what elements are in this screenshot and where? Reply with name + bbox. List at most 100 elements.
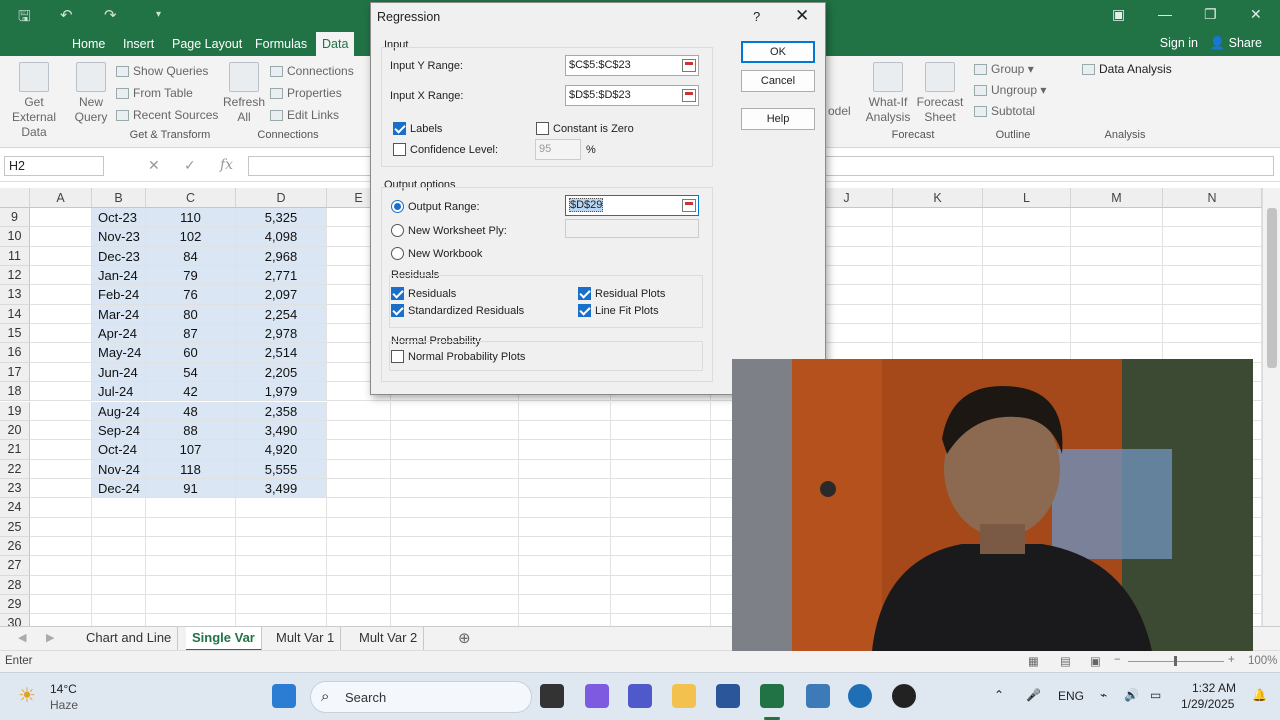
grid-cell[interactable] xyxy=(391,420,519,441)
input-y-range-field[interactable]: $C$5:$C$23 xyxy=(565,55,699,76)
grid-cell[interactable] xyxy=(30,517,92,537)
line-fit-plots-checkbox[interactable] xyxy=(578,304,591,317)
grid-cell[interactable]: 42 xyxy=(146,382,236,402)
new-worksheet-radio[interactable] xyxy=(391,224,404,237)
grid-cell[interactable]: Nov-24 xyxy=(92,459,146,479)
excel-icon[interactable] xyxy=(760,684,784,708)
grid-cell[interactable] xyxy=(611,536,711,557)
grid-cell[interactable]: Sep-24 xyxy=(92,420,146,441)
sheet-tab-single-var[interactable]: Single Var xyxy=(186,627,262,651)
zoom-in-icon[interactable]: + xyxy=(1228,654,1235,666)
zoom-out-icon[interactable]: − xyxy=(1114,654,1121,666)
grid-cell[interactable] xyxy=(519,556,611,576)
col-header-b[interactable]: B xyxy=(92,188,146,208)
grid-cell[interactable]: 5,555 xyxy=(236,459,327,479)
grid-cell[interactable] xyxy=(30,478,92,499)
grid-cell[interactable] xyxy=(236,498,327,518)
output-range-field[interactable]: $D$29 xyxy=(565,195,699,216)
grid-cell[interactable] xyxy=(146,575,236,595)
output-range-radio[interactable] xyxy=(391,200,404,213)
grid-cell[interactable]: 48 xyxy=(146,401,236,421)
prev-sheet-icon[interactable]: ◀ xyxy=(18,631,26,644)
row-header[interactable]: 22 xyxy=(0,459,30,479)
grid-cell[interactable]: May-24 xyxy=(92,343,146,363)
control-panel-icon[interactable] xyxy=(848,684,872,708)
grid-cell[interactable] xyxy=(1163,266,1262,286)
new-query-button[interactable]: New Query xyxy=(70,62,112,125)
constant-zero-checkbox[interactable] xyxy=(536,122,549,135)
grid-cell[interactable] xyxy=(1163,208,1262,228)
page-break-view-icon[interactable]: ▣ xyxy=(1090,654,1101,668)
page-layout-view-icon[interactable]: ▤ xyxy=(1060,654,1071,668)
ungroup-button[interactable]: Ungroup ▾ xyxy=(974,83,1046,97)
grid-cell[interactable] xyxy=(146,614,236,626)
grid-cell[interactable] xyxy=(236,575,327,595)
grid-cell[interactable]: Jun-24 xyxy=(92,362,146,383)
col-header-a[interactable]: A xyxy=(30,188,92,208)
grid-cell[interactable] xyxy=(519,478,611,499)
grid-cell[interactable] xyxy=(327,420,391,441)
row-header[interactable]: 29 xyxy=(0,595,30,615)
grid-cell[interactable] xyxy=(391,401,519,421)
grid-cell[interactable]: Oct-23 xyxy=(92,208,146,228)
grid-cell[interactable] xyxy=(611,614,711,626)
grid-cell[interactable] xyxy=(30,556,92,576)
col-header-l[interactable]: L xyxy=(983,188,1071,208)
grid-cell[interactable] xyxy=(30,343,92,363)
volume-icon[interactable]: 🔊 xyxy=(1124,688,1139,702)
grid-cell[interactable] xyxy=(327,536,391,557)
file-explorer-icon[interactable] xyxy=(672,684,696,708)
group-button[interactable]: Group ▾ xyxy=(974,62,1034,76)
grid-cell[interactable] xyxy=(611,420,711,441)
obs-icon[interactable] xyxy=(892,684,916,708)
grid-cell[interactable] xyxy=(519,517,611,537)
grid-cell[interactable]: 118 xyxy=(146,459,236,479)
grid-cell[interactable] xyxy=(30,401,92,421)
grid-cell[interactable]: 79 xyxy=(146,266,236,286)
grid-cell[interactable] xyxy=(519,401,611,421)
grid-cell[interactable] xyxy=(519,614,611,626)
grid-cell[interactable] xyxy=(391,517,519,537)
add-sheet-icon[interactable]: ⊕ xyxy=(458,629,471,647)
grid-cell[interactable] xyxy=(327,556,391,576)
grid-cell[interactable] xyxy=(893,266,983,286)
row-header[interactable]: 26 xyxy=(0,536,30,557)
grid-cell[interactable] xyxy=(146,536,236,557)
grid-cell[interactable] xyxy=(92,536,146,557)
grid-cell[interactable]: 1,979 xyxy=(236,382,327,402)
grid-cell[interactable] xyxy=(611,440,711,460)
row-header[interactable]: 28 xyxy=(0,575,30,595)
edit-links-button[interactable]: Edit Links xyxy=(270,108,339,122)
customize-qat-icon[interactable]: ▾ xyxy=(156,9,161,20)
refresh-all-button[interactable]: Refresh All xyxy=(222,62,266,125)
grid-cell[interactable] xyxy=(92,595,146,615)
grid-cell[interactable] xyxy=(30,285,92,305)
grid-cell[interactable] xyxy=(146,556,236,576)
col-header-k[interactable]: K xyxy=(893,188,983,208)
grid-cell[interactable] xyxy=(327,575,391,595)
restore-icon[interactable]: ❐ xyxy=(1204,6,1217,23)
grid-cell[interactable] xyxy=(611,401,711,421)
grid-cell[interactable]: Dec-23 xyxy=(92,246,146,267)
weather-icon[interactable]: ☀ xyxy=(18,683,36,708)
normal-view-icon[interactable]: ▦ xyxy=(1028,654,1039,668)
grid-cell[interactable] xyxy=(893,227,983,247)
grid-cell[interactable] xyxy=(519,440,611,460)
zoom-slider-thumb[interactable] xyxy=(1174,656,1177,666)
grid-cell[interactable]: 107 xyxy=(146,440,236,460)
grid-cell[interactable]: 87 xyxy=(146,324,236,344)
scroll-thumb[interactable] xyxy=(1267,208,1277,368)
grid-cell[interactable] xyxy=(30,420,92,441)
tab-insert[interactable]: Insert xyxy=(119,32,158,56)
grid-cell[interactable] xyxy=(391,595,519,615)
grid-cell[interactable]: 5,325 xyxy=(236,208,327,228)
grid-cell[interactable] xyxy=(1071,208,1163,228)
grid-cell[interactable] xyxy=(893,285,983,305)
grid-cell[interactable] xyxy=(391,556,519,576)
grid-cell[interactable] xyxy=(146,498,236,518)
insert-function-icon[interactable]: fx xyxy=(220,157,233,173)
subtotal-button[interactable]: Subtotal xyxy=(974,104,1035,118)
row-header[interactable]: 16 xyxy=(0,343,30,363)
grid-cell[interactable] xyxy=(893,304,983,325)
row-header[interactable]: 13 xyxy=(0,285,30,305)
